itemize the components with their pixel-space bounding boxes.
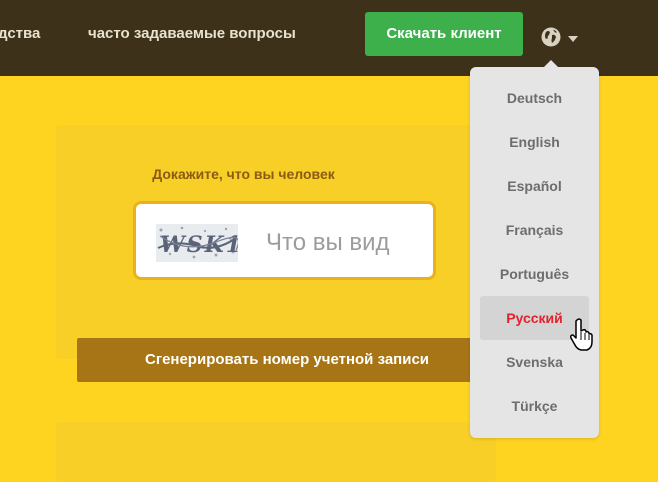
download-client-button[interactable]: Скачать клиент [365,12,523,56]
captcha-image: WSK1 [156,224,238,262]
language-option-english[interactable]: English [480,120,589,164]
captcha-text: WSK1 [160,232,238,258]
generate-account-number-button[interactable]: Сгенерировать номер учетной записи [77,338,497,382]
language-dropdown: Deutsch English Español Français Portugu… [470,60,599,438]
language-option-turkce[interactable]: Türkçe [480,384,589,428]
secondary-panel [56,422,496,482]
top-navigation-bar: дства часто задаваемые вопросы Скачать к… [0,0,658,76]
language-option-francais[interactable]: Français [480,208,589,252]
globe-icon [541,27,561,47]
captcha-box: WSK1 [133,201,436,280]
language-selector[interactable] [540,26,582,50]
hand-cursor-icon [570,318,593,351]
nav-link-faq[interactable]: часто задаваемые вопросы [88,25,296,42]
captcha-input[interactable] [264,222,428,264]
language-option-espanol[interactable]: Español [480,164,589,208]
language-option-deutsch[interactable]: Deutsch [480,76,589,120]
captcha-title: Докажите, что вы человек [152,166,335,182]
language-option-portugues[interactable]: Português [480,252,589,296]
chevron-down-icon [568,36,578,42]
nav-link-guides[interactable]: дства [0,25,40,42]
